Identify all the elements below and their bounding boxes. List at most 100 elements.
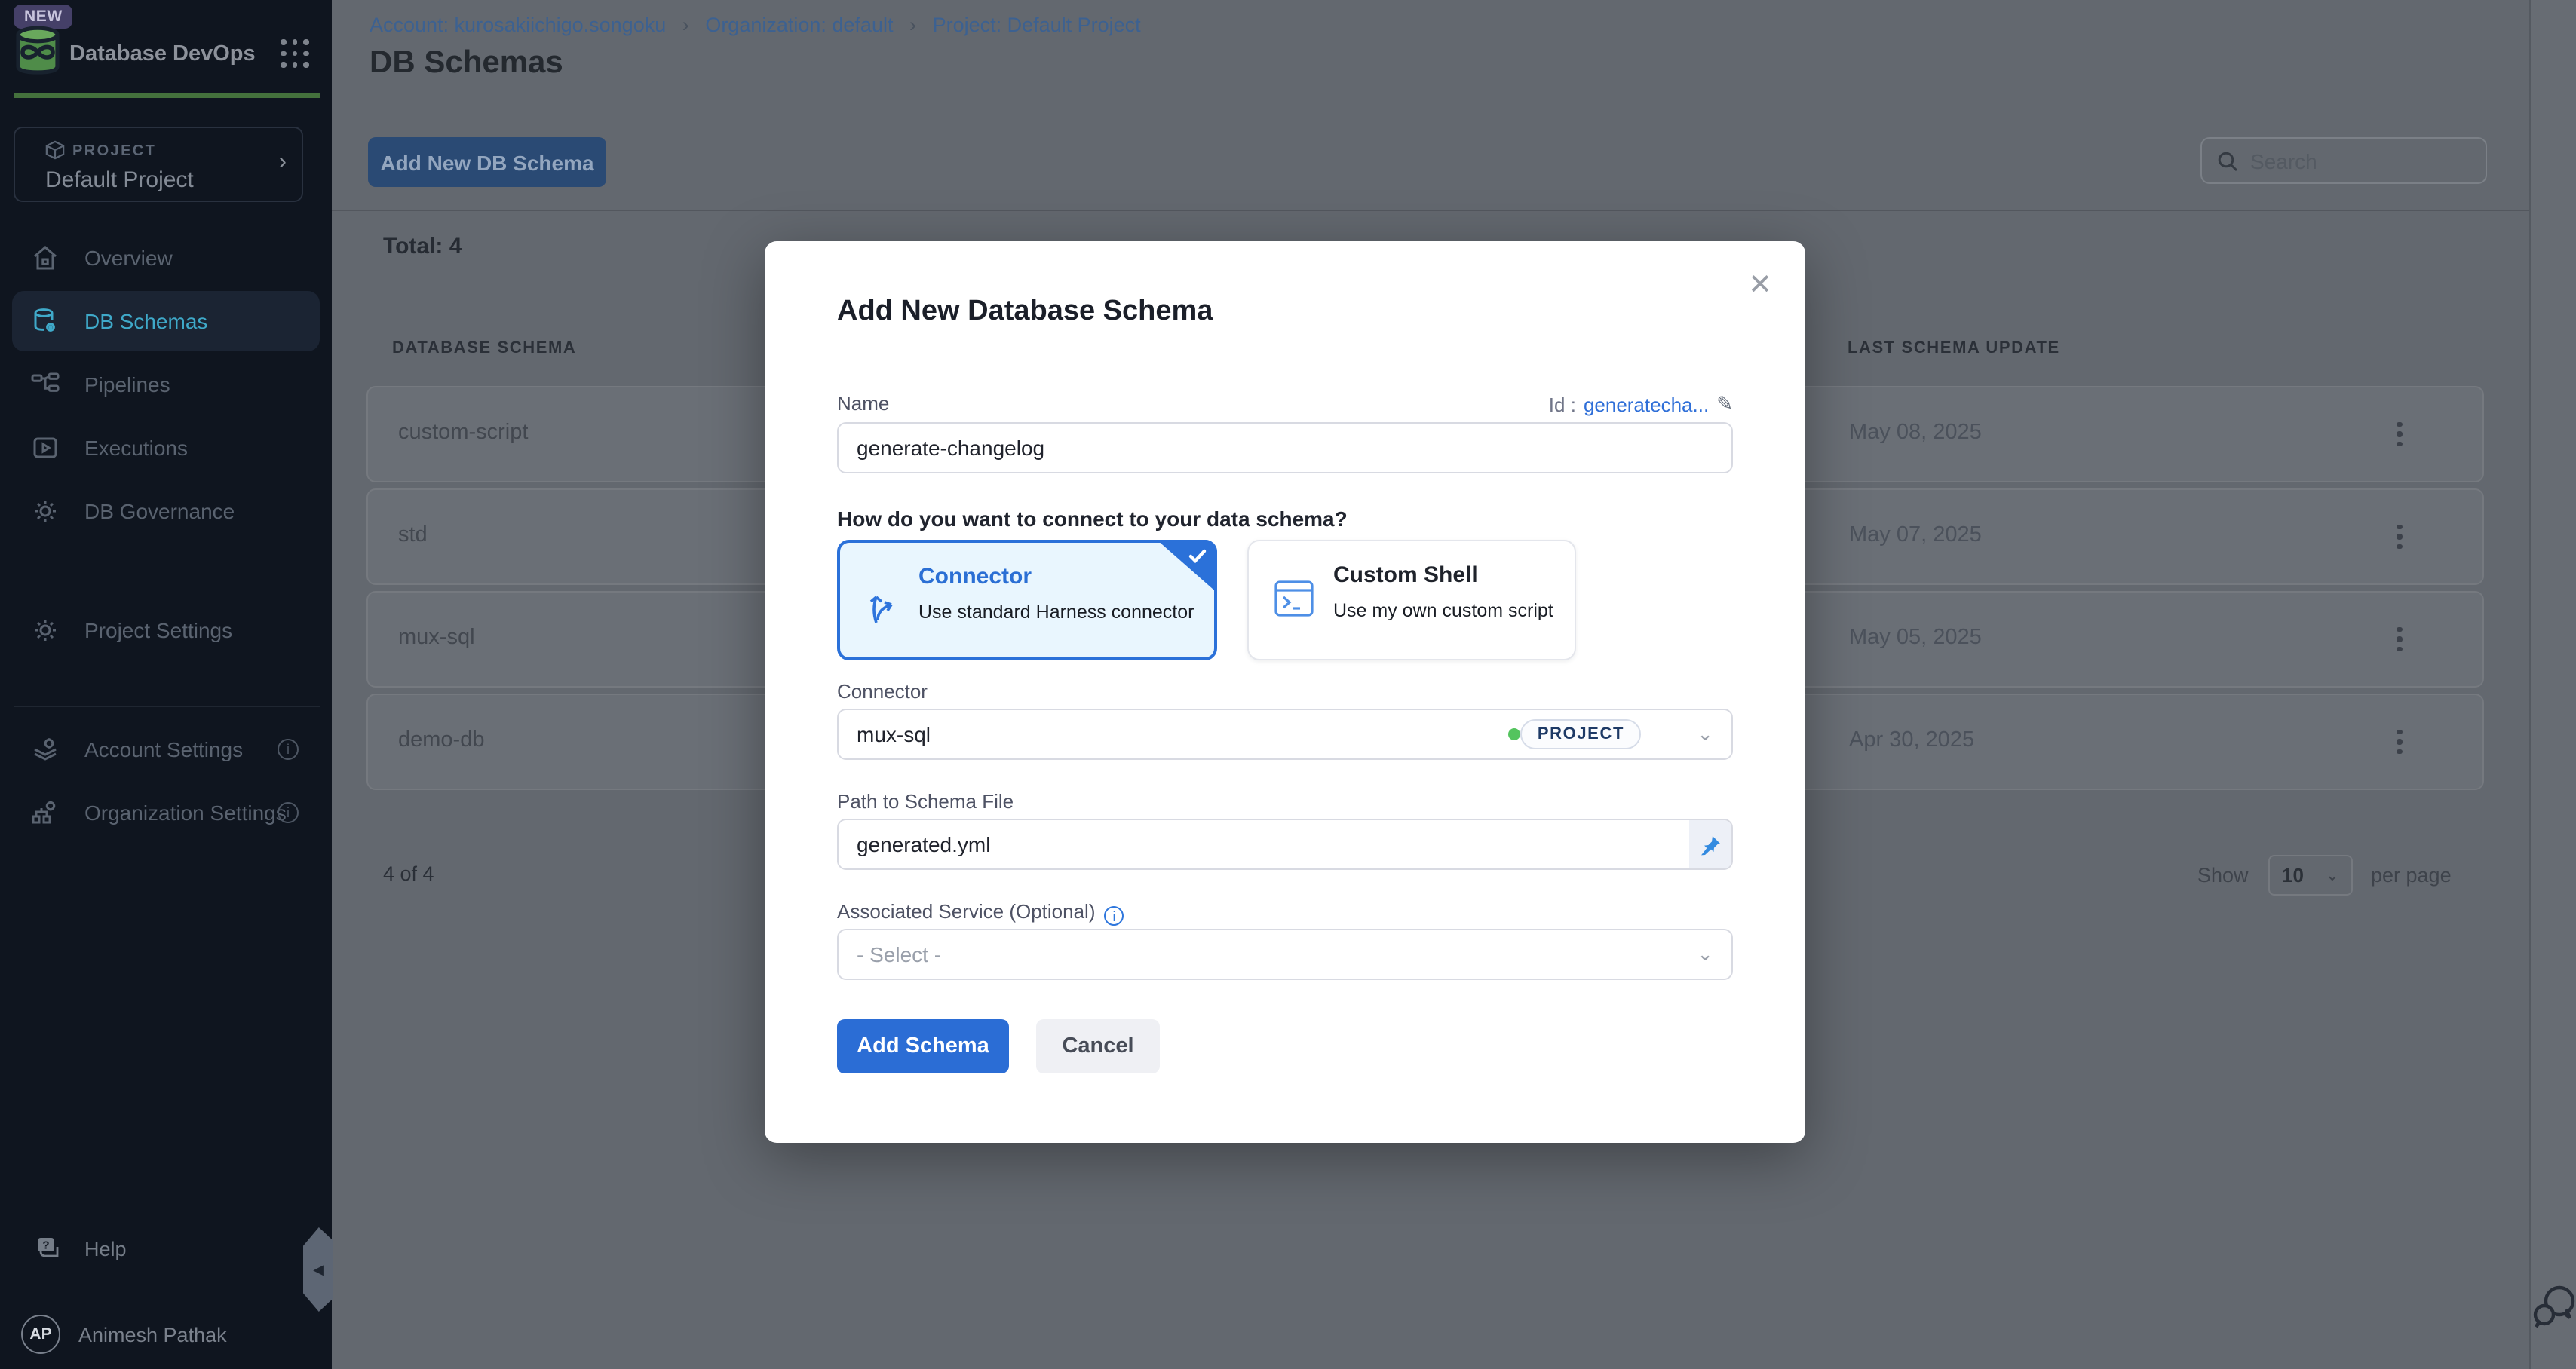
entity-id-row: Id : generatecha... ✎: [1549, 392, 1733, 416]
associated-service-select[interactable]: - Select - ⌄: [837, 929, 1733, 980]
support-chat-icon[interactable]: [2528, 1282, 2576, 1333]
schema-updated: May 07, 2025: [1849, 523, 1982, 547]
home-icon: [30, 243, 60, 273]
chevron-down-icon: ⌄: [1697, 722, 1713, 746]
db-schema-icon: [30, 306, 60, 336]
project-selector[interactable]: PROJECT Default Project ›: [14, 127, 303, 202]
sidebar-item-label: Pipelines: [84, 372, 170, 397]
show-label: Show: [2197, 864, 2249, 887]
breadcrumb: Account: kurosakiichigo.songoku › Organi…: [370, 14, 1141, 36]
sidebar-divider: [14, 706, 320, 707]
search-icon: [2217, 150, 2238, 171]
sidebar-item-label: DB Governance: [84, 499, 235, 523]
module-grid-icon[interactable]: [281, 39, 311, 69]
sidebar-item-db-governance[interactable]: DB Governance: [12, 481, 320, 541]
info-icon[interactable]: i: [278, 739, 299, 760]
add-new-db-schema-button[interactable]: Add New DB Schema: [368, 137, 606, 187]
avatar: AP: [21, 1315, 60, 1354]
sidebar-item-organization-settings[interactable]: Organization Settings i: [12, 783, 320, 843]
sidebar-item-overview[interactable]: Overview: [12, 228, 320, 288]
user-name: Animesh Pathak: [78, 1323, 227, 1346]
toolbar-divider: [332, 210, 2529, 211]
name-label: Name: [837, 392, 889, 415]
chevron-down-icon: ⌄: [2326, 865, 2339, 885]
help-chat-icon: ?: [33, 1233, 63, 1263]
sidebar-item-pipelines[interactable]: Pipelines: [12, 354, 320, 415]
column-header-last-schema-update: LAST SCHEMA UPDATE: [1848, 339, 2060, 357]
connector-arrows-icon: [864, 579, 902, 627]
settings-gear-icon: [30, 615, 60, 645]
pin-button[interactable]: [1689, 820, 1731, 868]
svg-text:?: ?: [42, 1239, 49, 1251]
connector-label: Connector: [837, 680, 928, 703]
service-label: Associated Service (Optional) i: [837, 900, 1124, 926]
schema-updated: May 05, 2025: [1849, 626, 1982, 650]
breadcrumb-project-link[interactable]: Project: Default Project: [933, 14, 1141, 36]
sidebar-item-db-schemas[interactable]: DB Schemas: [12, 291, 320, 351]
modal-title: Add New Database Schema: [837, 296, 1213, 329]
chevron-down-icon: ⌄: [1697, 942, 1713, 966]
account-settings-icon: [30, 734, 60, 764]
page-title: DB Schemas: [370, 45, 563, 81]
cube-icon: [45, 140, 65, 160]
info-icon[interactable]: i: [278, 802, 299, 823]
user-menu[interactable]: AP Animesh Pathak: [0, 1309, 332, 1360]
pin-icon: [1699, 833, 1722, 856]
page-size-value: 10: [2282, 864, 2304, 887]
project-label: PROJECT: [72, 143, 156, 160]
id-label: Id :: [1549, 393, 1576, 415]
row-menu-kebab-icon[interactable]: [2383, 516, 2416, 558]
help-button[interactable]: ? Help: [0, 1221, 332, 1276]
service-label-text: Associated Service (Optional): [837, 900, 1096, 923]
screen: NEW Database DevOps PROJECT Default Proj…: [0, 0, 2576, 1369]
close-icon[interactable]: ✕: [1748, 268, 1772, 303]
pagination-range: 4 of 4: [383, 862, 434, 885]
search-input[interactable]: [2250, 149, 2461, 173]
schema-name: std: [398, 523, 428, 547]
info-icon[interactable]: i: [1105, 906, 1124, 926]
name-input[interactable]: [837, 422, 1733, 473]
service-placeholder: - Select -: [857, 942, 941, 966]
schema-updated: May 08, 2025: [1849, 421, 1982, 445]
row-menu-kebab-icon[interactable]: [2383, 618, 2416, 660]
breadcrumb-separator-icon: ›: [682, 14, 689, 36]
schema-updated: Apr 30, 2025: [1849, 728, 1974, 752]
sidebar: NEW Database DevOps PROJECT Default Proj…: [0, 0, 332, 1369]
schema-name: custom-script: [398, 421, 528, 445]
sidebar-item-executions[interactable]: Executions: [12, 418, 320, 478]
path-input[interactable]: [837, 819, 1733, 870]
row-menu-kebab-icon[interactable]: [2383, 721, 2416, 763]
help-label: Help: [84, 1237, 127, 1260]
connector-select[interactable]: mux-sql PROJECT ⌄: [837, 709, 1733, 760]
per-page-label: per page: [2371, 864, 2452, 887]
option-card-connector[interactable]: Connector Use standard Harness connector: [837, 540, 1217, 660]
sidebar-item-label: DB Schemas: [84, 309, 207, 333]
breadcrumb-organization-link[interactable]: Organization: default: [705, 14, 893, 36]
page-size-select[interactable]: 10 ⌄: [2268, 855, 2353, 896]
breadcrumb-account-link[interactable]: Account: kurosakiichigo.songoku: [370, 14, 666, 36]
scope-badge: PROJECT: [1521, 719, 1641, 749]
connector-value: mux-sql: [857, 722, 931, 746]
search-box: [2200, 137, 2487, 184]
terminal-icon: [1273, 577, 1315, 620]
add-schema-button[interactable]: Add Schema: [837, 1019, 1009, 1073]
sidebar-item-label: Organization Settings: [84, 801, 287, 825]
connector-status-dot: [1508, 728, 1520, 740]
executions-icon: [30, 433, 60, 463]
sidebar-item-account-settings[interactable]: Account Settings i: [12, 719, 320, 779]
edit-id-pencil-icon[interactable]: ✎: [1716, 392, 1733, 416]
schema-name: mux-sql: [398, 626, 475, 650]
path-label: Path to Schema File: [837, 790, 1014, 813]
id-value-link[interactable]: generatecha...: [1584, 393, 1709, 415]
row-menu-kebab-icon[interactable]: [2383, 413, 2416, 455]
governance-gear-icon: [30, 496, 60, 526]
sidebar-item-label: Account Settings: [84, 737, 243, 761]
pipelines-icon: [30, 369, 60, 400]
collapse-arrow-icon: ◀: [313, 1261, 324, 1278]
organization-settings-icon: [30, 798, 60, 828]
cancel-button[interactable]: Cancel: [1036, 1019, 1160, 1073]
option-desc: Use standard Harness connector: [918, 602, 1194, 623]
sidebar-item-project-settings[interactable]: Project Settings: [12, 600, 320, 660]
sidebar-item-label: Executions: [84, 436, 188, 460]
option-card-custom-shell[interactable]: Custom Shell Use my own custom script: [1247, 540, 1576, 660]
